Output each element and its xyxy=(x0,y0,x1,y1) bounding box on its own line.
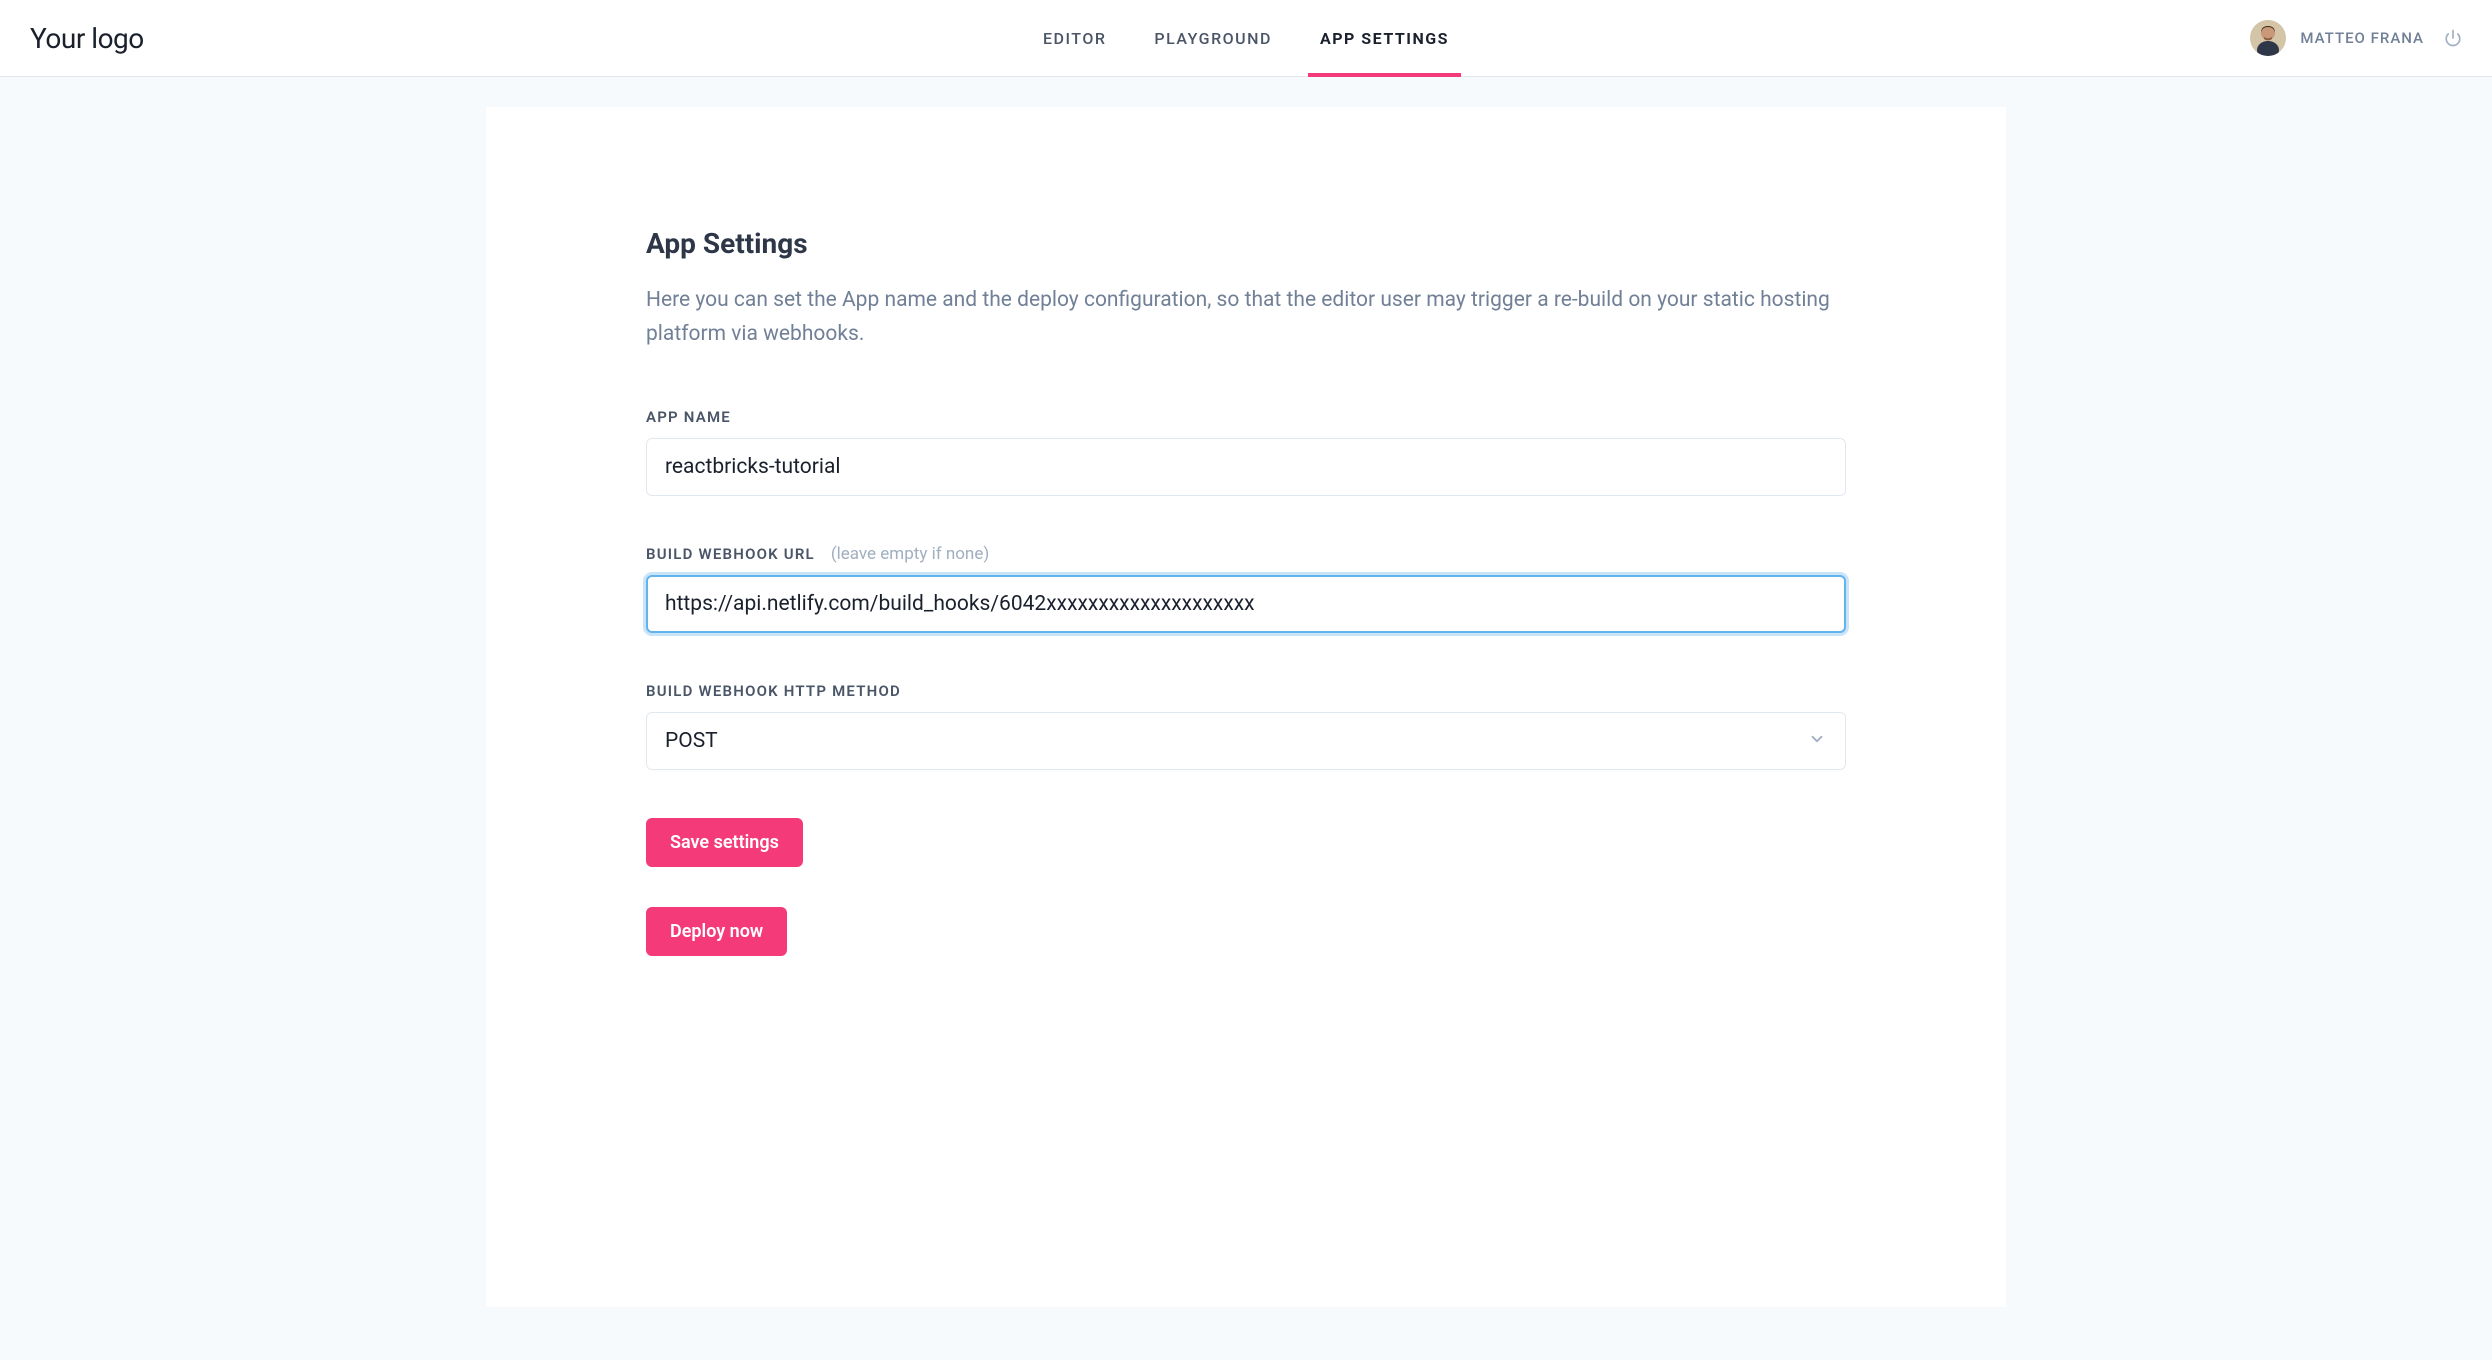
user-area: MATTEO FRANA xyxy=(2250,20,2462,56)
nav-playground[interactable]: Playground xyxy=(1154,0,1272,76)
deploy-now-button[interactable]: Deploy now xyxy=(646,907,787,956)
page-description: Here you can set the App name and the de… xyxy=(646,284,1846,351)
nav-editor[interactable]: Editor xyxy=(1043,0,1106,76)
webhook-url-hint: (leave empty if none) xyxy=(831,544,989,564)
form-group-webhook-url: BUILD WEBHOOK URL (leave empty if none) xyxy=(646,544,1846,633)
avatar[interactable] xyxy=(2250,20,2286,56)
power-icon xyxy=(2444,29,2462,47)
app-name-input[interactable] xyxy=(646,438,1846,496)
main-nav: Editor Playground App Settings xyxy=(1043,0,1449,76)
settings-card: App Settings Here you can set the App na… xyxy=(486,107,2006,1307)
logout-button[interactable] xyxy=(2444,29,2462,47)
content-area: App Settings Here you can set the App na… xyxy=(0,77,2492,1307)
form-group-app-name: APP NAME xyxy=(646,407,1846,496)
app-name-label: APP NAME xyxy=(646,408,731,426)
webhook-method-label: BUILD WEBHOOK HTTP METHOD xyxy=(646,682,901,700)
form-group-webhook-method: BUILD WEBHOOK HTTP METHOD POST xyxy=(646,681,1846,770)
webhook-url-label: BUILD WEBHOOK URL xyxy=(646,545,815,563)
save-settings-button[interactable]: Save settings xyxy=(646,818,803,867)
webhook-method-select[interactable]: POST xyxy=(646,712,1846,770)
logo: Your logo xyxy=(30,22,144,55)
page-title: App Settings xyxy=(646,227,1846,260)
nav-app-settings[interactable]: App Settings xyxy=(1320,0,1449,76)
username: MATTEO FRANA xyxy=(2300,29,2424,47)
avatar-image-icon xyxy=(2250,20,2286,56)
button-group: Save settings Deploy now xyxy=(646,818,1846,956)
webhook-url-input[interactable] xyxy=(646,575,1846,633)
top-header: Your logo Editor Playground App Settings… xyxy=(0,0,2492,77)
